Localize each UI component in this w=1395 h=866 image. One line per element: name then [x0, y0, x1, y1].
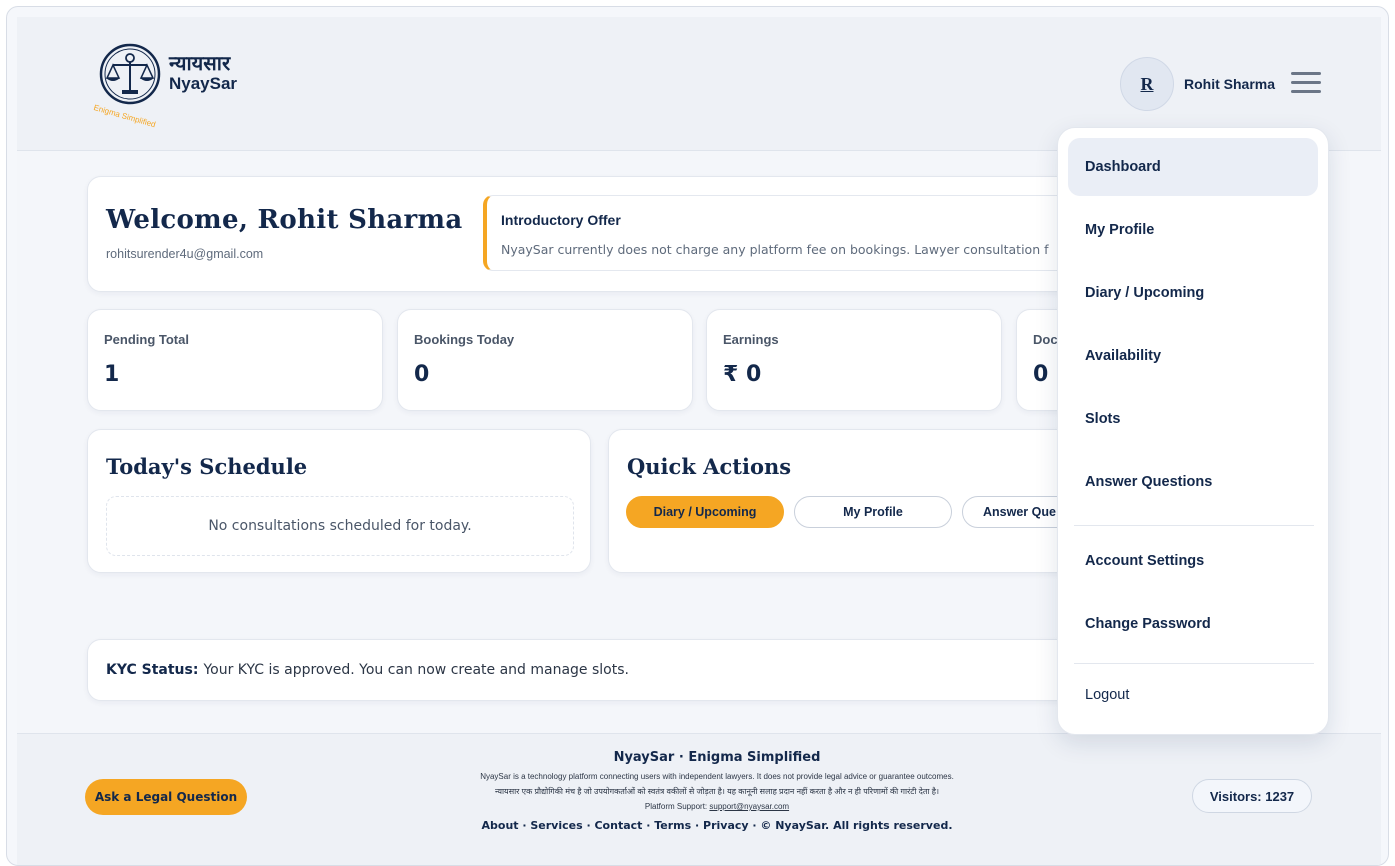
introductory-offer-banner: Introductory Offer NyaySar currently doe…: [483, 195, 1123, 271]
menu-item-logout[interactable]: Logout: [1068, 666, 1318, 724]
ask-legal-question-button[interactable]: Ask a Legal Question: [85, 779, 247, 815]
stat-label: Doc: [1033, 332, 1058, 347]
support-label: Platform Support:: [644, 802, 708, 811]
stat-value: 0: [1033, 362, 1049, 387]
stat-value: ₹ 0: [723, 362, 762, 387]
footer-brand: NyaySar · Enigma Simplified: [613, 750, 821, 765]
user-name[interactable]: Rohit Sharma: [1184, 76, 1275, 92]
offer-title: Introductory Offer: [501, 212, 621, 228]
stat-label: Bookings Today: [414, 332, 515, 347]
logo-english-text: NyaySar: [169, 74, 238, 93]
stat-label: Pending Total: [104, 332, 189, 347]
diary-upcoming-button[interactable]: Diary / Upcoming: [626, 496, 784, 528]
kyc-status-card: KYC Status: Your KYC is approved. You can…: [87, 639, 1097, 701]
user-dropdown-menu: Dashboard My Profile Diary / Upcoming Av…: [1057, 127, 1329, 735]
stat-value: 0: [414, 362, 430, 387]
hamburger-line: [1291, 90, 1321, 93]
schedule-title: Today's Schedule: [106, 454, 308, 479]
footer-center: NyaySar · Enigma Simplified NyaySar is a…: [337, 750, 1097, 832]
hamburger-line: [1291, 72, 1321, 75]
menu-item-answer-questions[interactable]: Answer Questions: [1068, 453, 1318, 511]
todays-schedule-card: Today's Schedule No consultations schedu…: [87, 429, 591, 573]
footer-links[interactable]: About · Services · Contact · Terms · Pri…: [337, 819, 1097, 832]
menu-item-account-settings[interactable]: Account Settings: [1068, 532, 1318, 590]
visitors-counter: Visitors: 1237: [1192, 779, 1312, 813]
stat-label: Earnings: [723, 332, 779, 347]
quick-actions-row: Diary / Upcoming My Profile Answer Que: [626, 496, 1097, 528]
support-email-link[interactable]: support@nyaysar.com: [709, 802, 789, 811]
offer-text: NyaySar currently does not charge any pl…: [501, 242, 1049, 257]
nyaysar-logo[interactable]: न्यायसार NyaySar Enigma Simplified: [93, 41, 245, 129]
welcome-title: Welcome, Rohit Sharma: [106, 205, 463, 235]
kyc-status-text: KYC Status: Your KYC is approved. You can…: [106, 662, 629, 678]
site-footer: Ask a Legal Question NyaySar · Enigma Si…: [17, 733, 1381, 865]
menu-item-slots[interactable]: Slots: [1068, 390, 1318, 448]
menu-divider: [1074, 525, 1314, 526]
footer-disclaimer-hi: न्यायसार एक प्रौद्योगिकी मंच है जो उपयोग…: [494, 787, 940, 796]
menu-item-my-profile[interactable]: My Profile: [1068, 201, 1318, 259]
logo-hindi-text: न्यायसार: [169, 51, 231, 75]
menu-divider: [1074, 663, 1314, 664]
stat-card-pending-total: Pending Total 1: [87, 309, 383, 411]
scales-of-justice-icon: [99, 43, 161, 105]
hamburger-line: [1291, 81, 1321, 84]
browser-frame: न्यायसार NyaySar Enigma Simplified R Roh…: [6, 6, 1389, 866]
quick-actions-card: Quick Actions Diary / Upcoming My Profil…: [608, 429, 1098, 573]
kyc-status-message: Your KYC is approved. You can now create…: [203, 662, 629, 678]
stat-card-earnings: Earnings ₹ 0: [706, 309, 1002, 411]
user-email: rohitsurender4u@gmail.com: [106, 247, 264, 261]
schedule-empty-state: No consultations scheduled for today.: [106, 496, 574, 556]
kyc-status-label: KYC Status:: [106, 662, 199, 678]
my-profile-button[interactable]: My Profile: [794, 496, 952, 528]
hamburger-menu-icon[interactable]: [1291, 72, 1321, 96]
app-root: न्यायसार NyaySar Enigma Simplified R Roh…: [17, 17, 1381, 865]
stat-value: 1: [104, 362, 120, 387]
menu-item-change-password[interactable]: Change Password: [1068, 595, 1318, 653]
menu-item-dashboard[interactable]: Dashboard: [1068, 138, 1318, 196]
welcome-card: Welcome, Rohit Sharma rohitsurender4u@gm…: [87, 176, 1123, 292]
footer-disclaimer-en: NyaySar is a technology platform connect…: [480, 772, 954, 781]
stat-card-bookings-today: Bookings Today 0: [397, 309, 693, 411]
quick-actions-title: Quick Actions: [627, 454, 792, 479]
menu-item-diary-upcoming[interactable]: Diary / Upcoming: [1068, 264, 1318, 322]
avatar[interactable]: R: [1120, 57, 1174, 111]
footer-support: Platform Support: support@nyaysar.com: [337, 802, 1097, 811]
menu-item-availability[interactable]: Availability: [1068, 327, 1318, 385]
